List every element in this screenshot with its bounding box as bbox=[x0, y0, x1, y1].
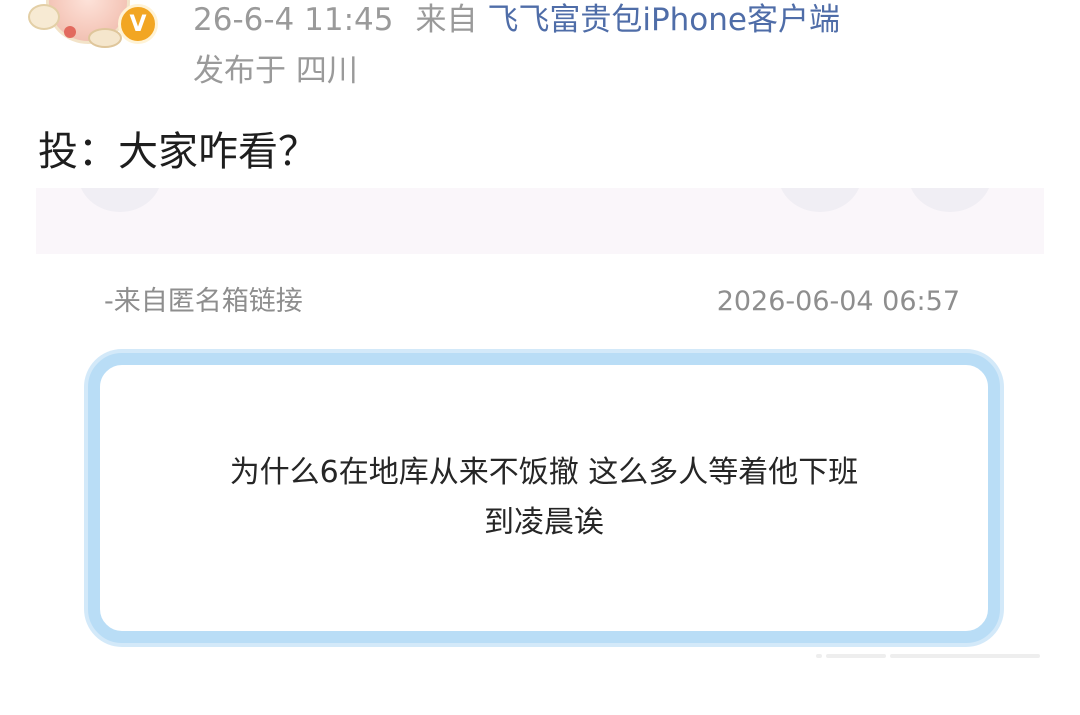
avatar-frame-berry-decoration bbox=[64, 26, 76, 38]
faint-watermark-lines bbox=[816, 643, 1046, 669]
cropped-circle-decoration bbox=[908, 188, 992, 212]
client-link[interactable]: 飞飞富贵包iPhone客户端 bbox=[487, 2, 840, 38]
question-card: 为什么6在地库从来不饭撤 这么多人等着他下班 到凌晨诶 bbox=[88, 353, 1000, 643]
post-meta: 26-6-4 11:45 来自 飞飞富贵包iPhone客户端 bbox=[193, 0, 840, 40]
post-location: 发布于 四川 bbox=[193, 53, 358, 89]
question-timestamp: 2026-06-04 06:57 bbox=[716, 286, 960, 317]
avatar-frame-bow-decoration bbox=[88, 28, 122, 48]
weibo-post-page: V 26-6-4 11:45 来自 飞飞富贵包iPhone客户端 发布于 四川 投… bbox=[0, 0, 1080, 715]
post-text: 投：大家咋看？ bbox=[38, 129, 318, 175]
anonymous-box-source: -来自匿名箱链接 bbox=[104, 286, 303, 317]
post-image[interactable]: -来自匿名箱链接 2026-06-04 06:57 为什么6在地库从来不饭撤 这… bbox=[36, 188, 1044, 688]
cropped-circle-decoration bbox=[778, 188, 862, 212]
question-text-line-1: 为什么6在地库从来不饭撤 这么多人等着他下班 bbox=[229, 455, 859, 490]
source-prefix: 来自 bbox=[415, 2, 478, 38]
cropped-circle-decoration bbox=[78, 188, 162, 212]
avatar-frame-flower-decoration bbox=[28, 4, 60, 30]
post-timestamp: 26-6-4 11:45 bbox=[193, 2, 394, 38]
cropped-header-band bbox=[36, 188, 1044, 254]
author-avatar-group[interactable]: V bbox=[28, 0, 158, 48]
verified-badge-icon: V bbox=[118, 4, 158, 44]
question-text-line-2: 到凌晨诶 bbox=[484, 505, 604, 540]
